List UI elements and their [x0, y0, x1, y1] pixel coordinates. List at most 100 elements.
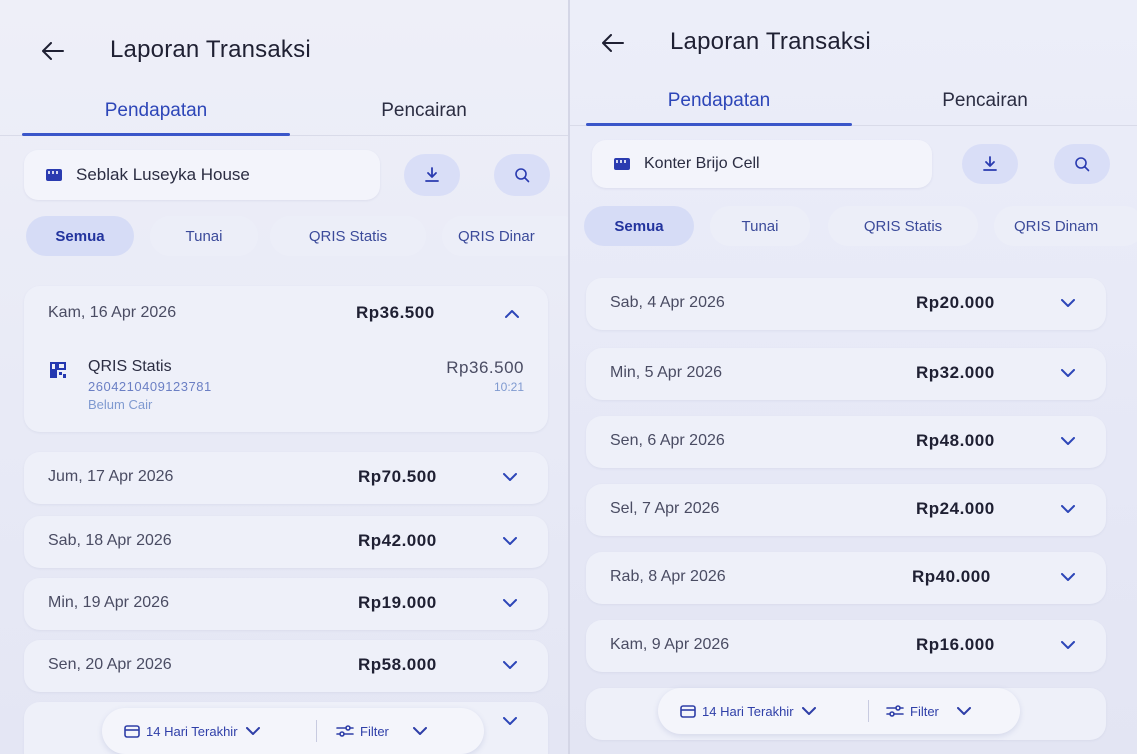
date-range-selector[interactable]: 14 Hari Terakhir: [680, 688, 816, 734]
day-date: Rab, 8 Apr 2026: [610, 568, 726, 585]
filter-icon: [336, 725, 354, 737]
day-date: Sab, 18 Apr 2026: [48, 532, 172, 549]
qris-icon: [50, 362, 66, 378]
chip-qris-dinamis[interactable]: QRIS Dinam: [994, 206, 1137, 246]
filter-button[interactable]: Filter: [336, 708, 427, 754]
chevron-down-icon: [956, 706, 971, 715]
day-card[interactable]: Kam, 16 Apr 2026 Rp36.500 QRIS Statis 26…: [24, 286, 548, 432]
chevron-down-icon[interactable]: [500, 696, 520, 746]
day-total: Rp48.000: [916, 431, 995, 450]
day-total: Rp40.000: [912, 567, 991, 586]
download-button[interactable]: [404, 154, 460, 196]
day-total: Rp19.000: [358, 593, 437, 612]
chip-tunai[interactable]: Tunai: [710, 206, 810, 246]
transaction-time: 10:21: [493, 380, 524, 394]
day-card[interactable]: Sen, 20 Apr 2026 Rp58.000: [24, 640, 548, 692]
day-card[interactable]: Rab, 8 Apr 2026 Rp40.000: [586, 552, 1106, 604]
app-bar: Laporan Transaksi: [570, 18, 1137, 78]
bottom-filter-bar: 14 Hari Terakhir Filter: [658, 688, 1020, 734]
day-date: Jum, 17 Apr 2026: [48, 468, 174, 485]
store-icon: [46, 169, 62, 181]
date-range-selector[interactable]: 14 Hari Terakhir: [124, 708, 260, 754]
tab-pencairan[interactable]: Pencairan: [290, 88, 558, 134]
day-card[interactable]: Kam, 9 Apr 2026 Rp16.000: [586, 620, 1106, 672]
chevron-down-icon: [245, 726, 260, 735]
transaction-amount: Rp36.500: [446, 358, 524, 377]
chevron-down-icon[interactable]: [1058, 552, 1078, 602]
day-card[interactable]: Sab, 4 Apr 2026 Rp20.000: [586, 278, 1106, 330]
search-button[interactable]: [1054, 144, 1110, 184]
day-card[interactable]: Min, 5 Apr 2026 Rp32.000: [586, 348, 1106, 400]
divider: [868, 700, 869, 722]
day-date: Sel, 7 Apr 2026: [610, 500, 720, 517]
right-screen: Laporan Transaksi Pendapatan Pencairan K…: [570, 0, 1137, 754]
chevron-down-icon[interactable]: [1058, 484, 1078, 534]
active-tab-indicator: [22, 133, 290, 136]
tab-pencairan[interactable]: Pencairan: [852, 78, 1118, 124]
day-card[interactable]: Sel, 7 Apr 2026 Rp24.000: [586, 484, 1106, 536]
chevron-down-icon[interactable]: [1058, 348, 1078, 398]
tab-bar: Pendapatan Pencairan: [570, 78, 1137, 126]
chip-semua[interactable]: Semua: [584, 206, 694, 246]
day-total: Rp16.000: [916, 635, 995, 654]
download-button[interactable]: [962, 144, 1018, 184]
chip-tunai[interactable]: Tunai: [150, 216, 258, 256]
transaction-row[interactable]: QRIS Statis 2604210409123781 Belum Cair …: [24, 352, 548, 422]
page-title: Laporan Transaksi: [110, 36, 311, 63]
filter-label: Filter: [360, 723, 389, 739]
day-total: Rp32.000: [916, 363, 995, 382]
chevron-up-icon[interactable]: [502, 288, 522, 338]
tab-pendapatan[interactable]: Pendapatan: [22, 88, 290, 134]
search-icon: [1075, 157, 1090, 172]
search-button[interactable]: [494, 154, 550, 196]
day-total: Rp20.000: [916, 293, 995, 312]
search-icon: [515, 168, 530, 183]
merchant-selector[interactable]: Konter Brijo Cell: [592, 140, 932, 188]
page-title: Laporan Transaksi: [670, 28, 871, 55]
chip-qris-statis[interactable]: QRIS Statis: [828, 206, 978, 246]
download-icon: [983, 156, 997, 171]
chevron-down-icon[interactable]: [1058, 416, 1078, 466]
chevron-down-icon[interactable]: [500, 452, 520, 502]
filter-label: Filter: [910, 703, 939, 719]
merchant-name: Seblak Luseyka House: [76, 165, 250, 184]
day-card[interactable]: Min, 19 Apr 2026 Rp19.000: [24, 578, 548, 630]
day-total: Rp36.500: [356, 303, 435, 322]
divider: [316, 720, 317, 742]
calendar-icon: [124, 725, 140, 738]
day-date: Sen, 20 Apr 2026: [48, 656, 172, 673]
transaction-reference: 2604210409123781: [88, 379, 212, 394]
chevron-down-icon[interactable]: [1058, 620, 1078, 670]
day-card[interactable]: Sen, 6 Apr 2026 Rp48.000: [586, 416, 1106, 468]
chevron-down-icon[interactable]: [500, 578, 520, 628]
chevron-down-icon[interactable]: [500, 640, 520, 690]
transaction-method: QRIS Statis: [88, 358, 172, 375]
arrow-left-icon[interactable]: [36, 34, 70, 68]
arrow-left-icon[interactable]: [596, 26, 630, 60]
merchant-name: Konter Brijo Cell: [644, 155, 760, 172]
store-icon: [614, 158, 630, 170]
filter-button[interactable]: Filter: [886, 688, 971, 734]
day-card[interactable]: Sab, 18 Apr 2026 Rp42.000: [24, 516, 548, 568]
chevron-down-icon[interactable]: [1058, 278, 1078, 328]
chip-semua[interactable]: Semua: [26, 216, 134, 256]
active-tab-indicator: [586, 123, 852, 126]
merchant-selector[interactable]: Seblak Luseyka House: [24, 150, 380, 200]
day-date: Min, 5 Apr 2026: [610, 364, 723, 381]
tab-pendapatan[interactable]: Pendapatan: [586, 78, 852, 124]
day-total: Rp42.000: [358, 531, 437, 550]
chip-qris-dinamis[interactable]: QRIS Dinar: [442, 216, 568, 256]
chip-qris-statis[interactable]: QRIS Statis: [270, 216, 426, 256]
day-date: Min, 19 Apr 2026: [48, 594, 169, 611]
day-total: Rp24.000: [916, 499, 995, 518]
day-date: Kam, 9 Apr 2026: [610, 636, 730, 653]
day-date: Sen, 6 Apr 2026: [610, 432, 725, 449]
day-card[interactable]: Jum, 17 Apr 2026 Rp70.500: [24, 452, 548, 504]
day-date: Kam, 16 Apr 2026: [48, 304, 177, 321]
day-total: Rp70.500: [358, 467, 437, 486]
app-bar: Laporan Transaksi: [0, 22, 568, 82]
chevron-down-icon[interactable]: [500, 516, 520, 566]
chevron-down-icon: [412, 726, 427, 735]
transaction-status: Belum Cair: [88, 397, 153, 412]
tab-bar: Pendapatan Pencairan: [0, 88, 568, 136]
